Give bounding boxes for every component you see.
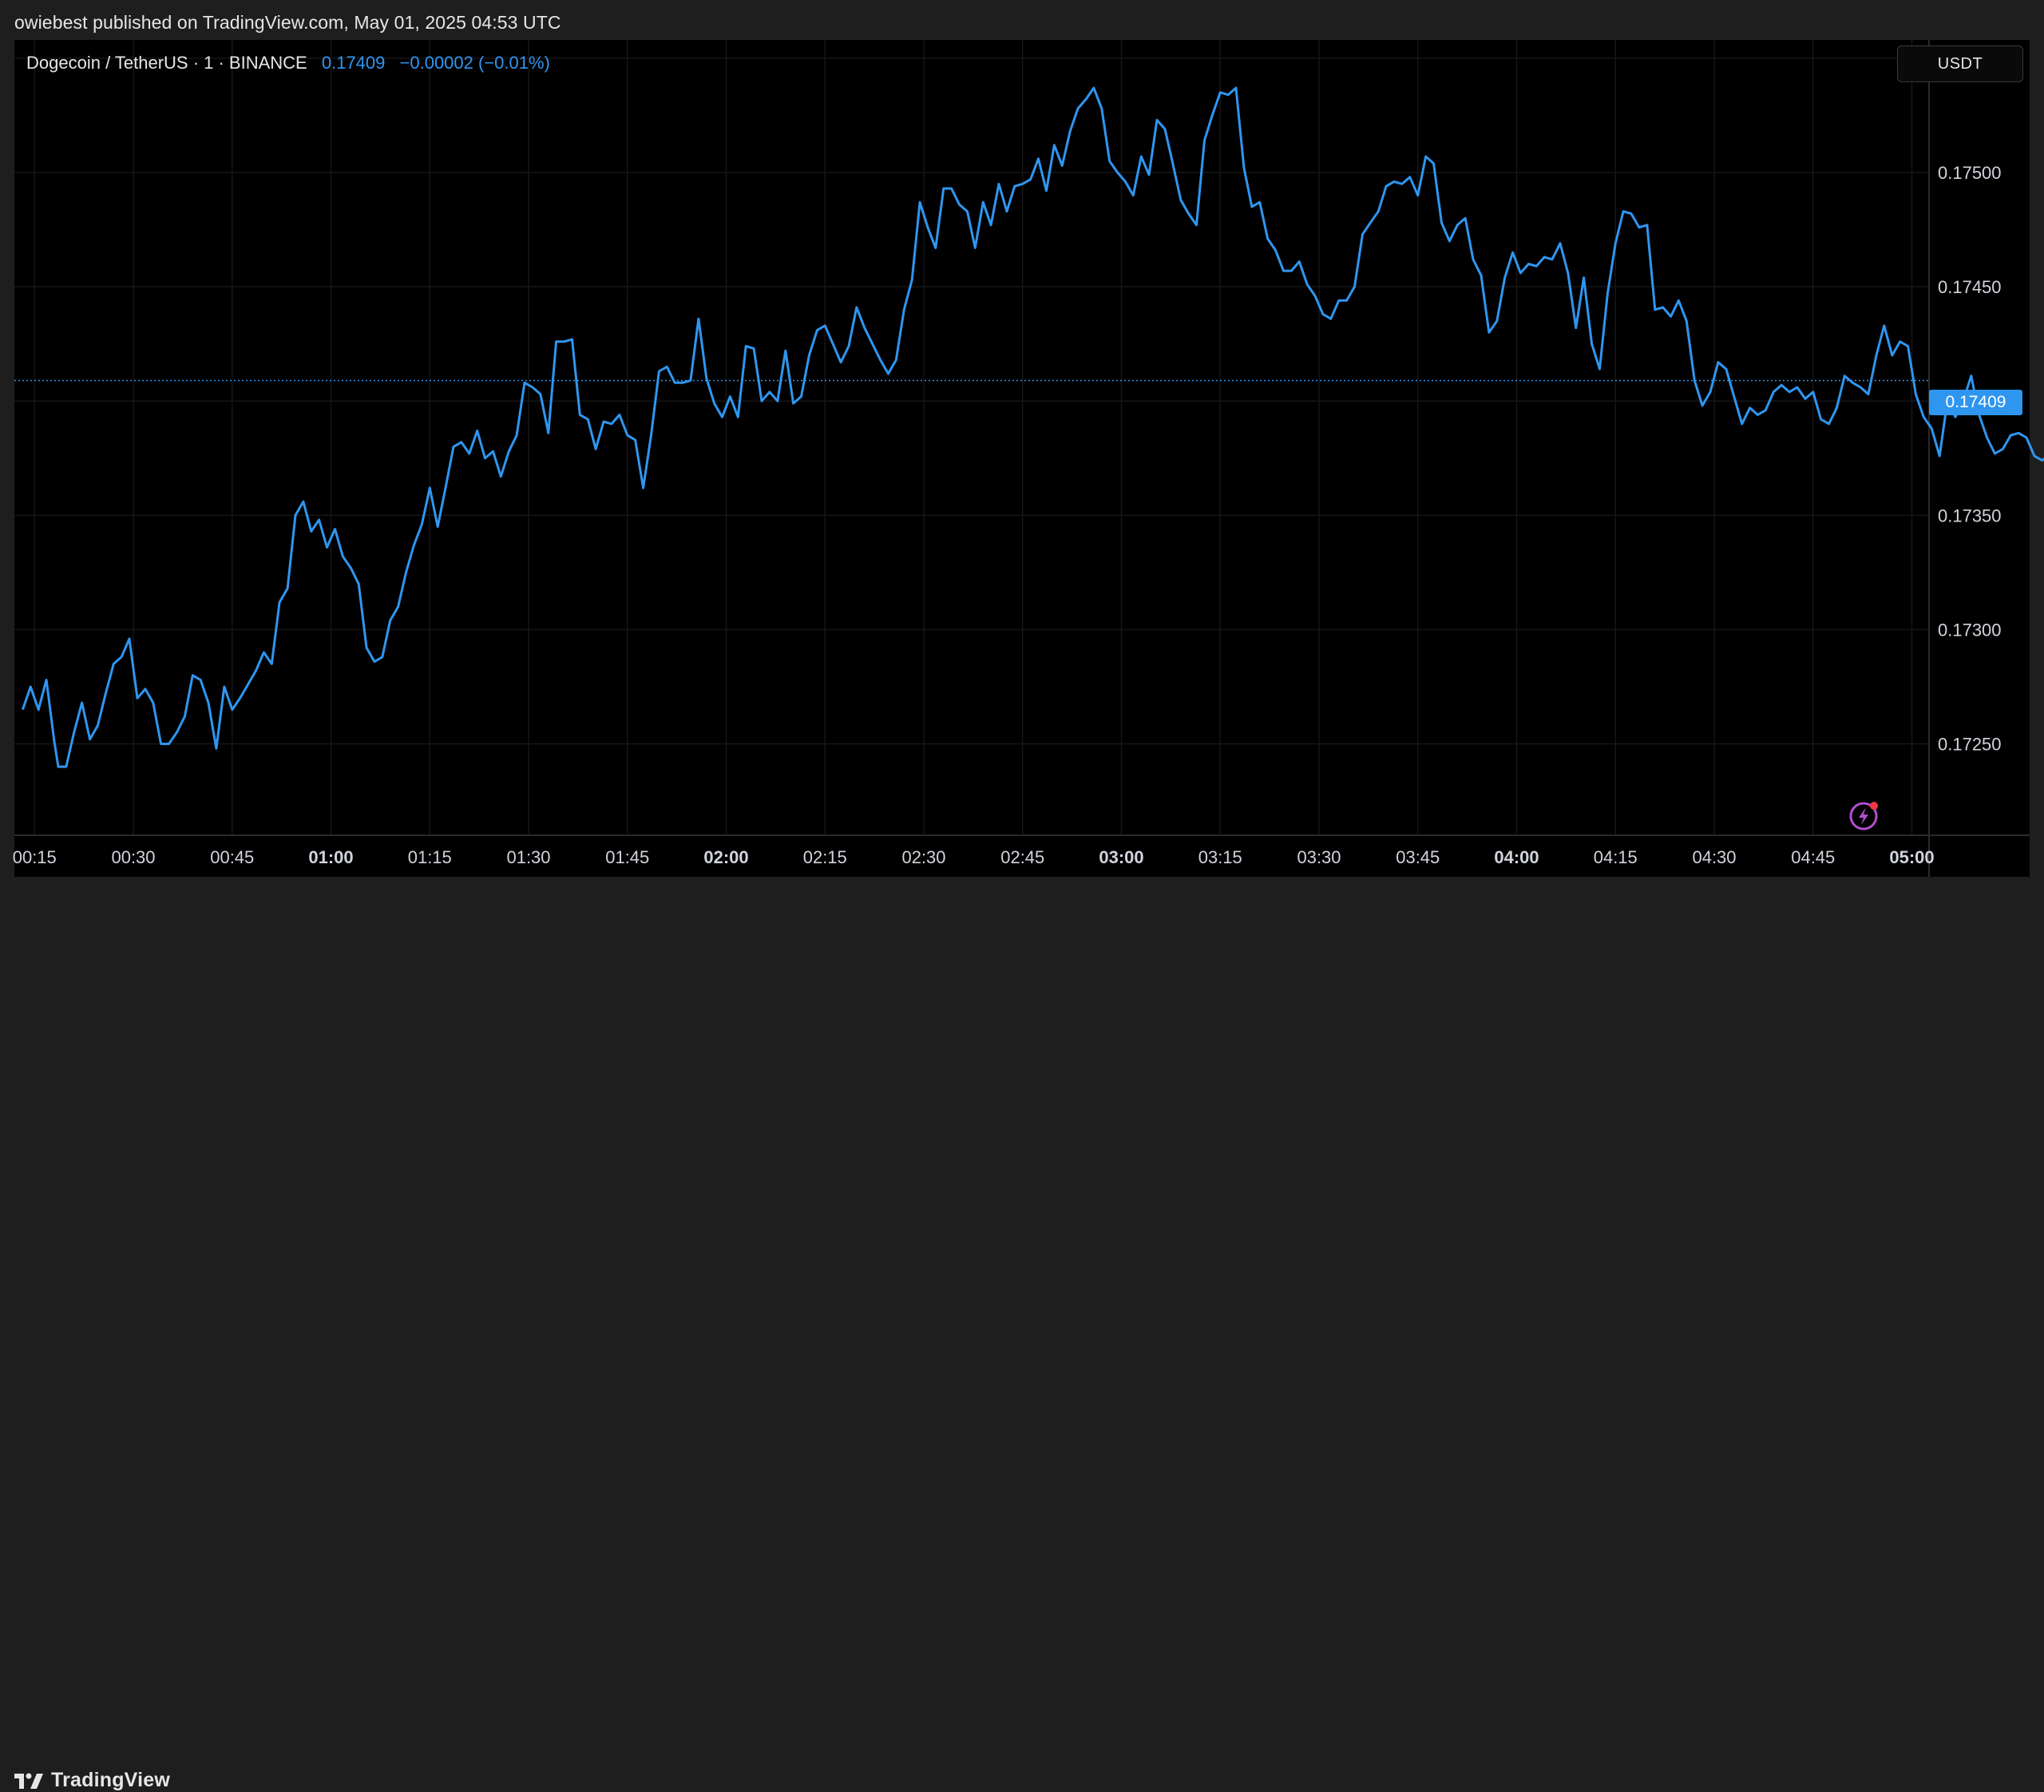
y-tick-label: 0.17300 (1938, 620, 2002, 640)
x-tick-label: 03:00 (1099, 847, 1143, 867)
x-tick-label: 04:00 (1494, 847, 1539, 867)
symbol-price: 0.17409 (321, 53, 386, 73)
x-tick-label: 01:30 (506, 847, 550, 867)
x-tick-label: 02:15 (803, 847, 847, 867)
x-tick-label: 03:30 (1297, 847, 1341, 867)
symbol-name[interactable]: Dogecoin / TetherUS · 1 · BINANCE (26, 53, 307, 73)
x-tick-label: 02:45 (1000, 847, 1044, 867)
x-tick-label: 02:00 (703, 847, 748, 867)
price-series-line[interactable] (21, 86, 2044, 768)
x-tick-label: 03:45 (1396, 847, 1440, 867)
x-tick-label: 02:30 (901, 847, 945, 867)
symbol-change: −0.00002 (−0.01%) (399, 53, 550, 73)
y-tick-label: 0.17500 (1938, 163, 2002, 183)
x-tick-label: 03:15 (1198, 847, 1242, 867)
x-tick-label: 05:00 (1889, 847, 1934, 867)
y-tick-label: 0.17450 (1938, 277, 2002, 297)
symbol-legend[interactable]: Dogecoin / TetherUS · 1 · BINANCE 0.1740… (26, 53, 550, 73)
currency-button[interactable]: USDT (1897, 46, 2023, 82)
y-tick-label: 0.17250 (1938, 735, 2002, 755)
tradingview-logo-icon (14, 1773, 43, 1789)
lightning-icon[interactable] (1848, 799, 1882, 832)
footer: TradingView (0, 877, 2044, 1791)
x-tick-label: 00:15 (13, 847, 57, 867)
x-tick-label: 01:00 (308, 847, 353, 867)
x-tick-label: 04:15 (1594, 847, 1638, 867)
price-chart[interactable]: 0.172500.173000.173500.174000.174500.175… (0, 0, 2044, 929)
x-tick-label: 00:30 (111, 847, 155, 867)
x-tick-label: 00:45 (210, 847, 254, 867)
last-price-label: 0.17409 (1929, 390, 2022, 415)
tradingview-logo[interactable]: TradingView (14, 1769, 170, 1792)
x-tick-label: 04:45 (1791, 847, 1835, 867)
x-tick-label: 01:45 (605, 847, 649, 867)
x-tick-label: 04:30 (1692, 847, 1736, 867)
y-tick-label: 0.17350 (1938, 505, 2002, 525)
x-tick-label: 01:15 (408, 847, 452, 867)
brand-name: TradingView (51, 1769, 171, 1791)
